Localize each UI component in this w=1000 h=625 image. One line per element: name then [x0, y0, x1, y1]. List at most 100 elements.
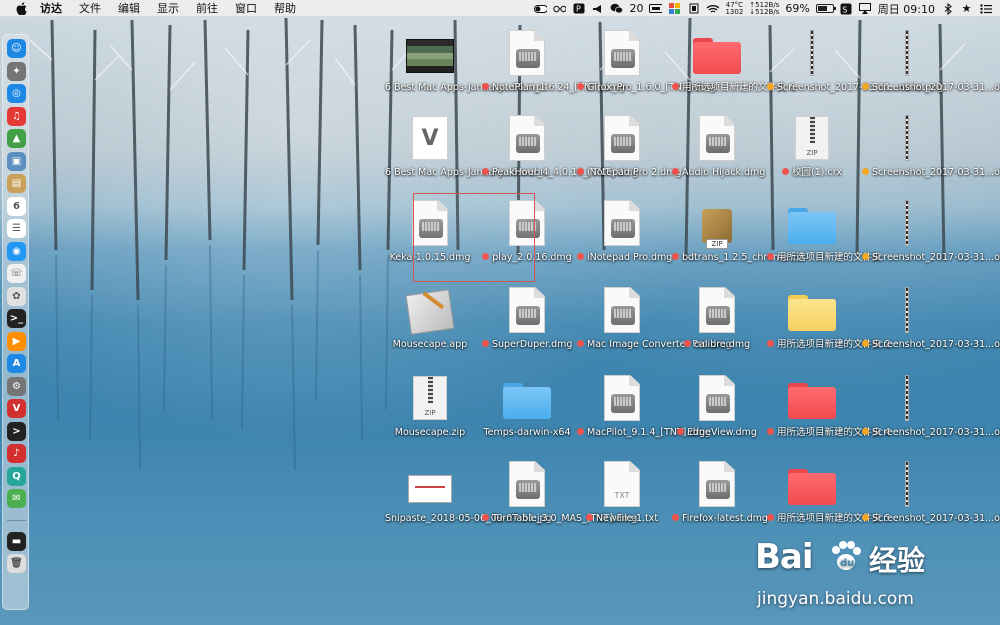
desktop-item-label: calibre.dmg: [672, 339, 762, 351]
menu-view[interactable]: 显示: [157, 0, 179, 16]
screenshot-file-icon: [882, 460, 932, 508]
desktop-item[interactable]: iNotepad Pro.dmg: [577, 197, 672, 284]
desktop-item[interactable]: iNotepad Pro 2.dmg: [577, 112, 682, 199]
dock-safari-icon[interactable]: ◎: [7, 84, 26, 103]
dock-preview-icon[interactable]: ▣: [7, 151, 26, 171]
desktop-item[interactable]: NotePlan_1.6.24_[TNT].dmg: [482, 27, 625, 114]
desktop-item-label: Screenshot_2017-03-31...obile.png: [862, 339, 1000, 351]
desktop-item[interactable]: ZIP 校园(1).crx: [767, 112, 857, 199]
desktop-item[interactable]: calibre.dmg: [672, 284, 762, 371]
desktop-item[interactable]: Audio Hijack.dmg: [672, 112, 765, 199]
desktop-item-name: NewFile-1.txt: [595, 513, 659, 524]
dock-photos-icon[interactable]: ✿: [7, 286, 26, 306]
dock-system-prefs-icon[interactable]: ⚙: [7, 376, 26, 396]
desktop-item[interactable]: TXT NewFile-1.txt: [577, 458, 667, 545]
desktop-item[interactable]: 6 Best Mac Apps-January...06.mp4: [385, 27, 548, 114]
dock-terminal-icon[interactable]: >_: [7, 309, 26, 328]
megaphone-icon[interactable]: [591, 3, 604, 15]
desktop-item[interactable]: Screenshot_2017-03-31...obile.png: [862, 112, 1000, 199]
notification-center-icon[interactable]: [979, 3, 992, 15]
wechat-icon[interactable]: [610, 3, 624, 15]
star-icon[interactable]: ★: [960, 3, 973, 15]
dock-vivaldi-icon[interactable]: V: [7, 399, 26, 418]
desktop-item[interactable]: PeakHour_4_4.0.10_[TNT].dmg: [482, 112, 638, 199]
crx-file-icon: ZIP: [692, 199, 742, 249]
dock-launchpad-icon[interactable]: ✦: [7, 61, 26, 81]
desktop-item[interactable]: Mac Image Converter Pro.dmg: [577, 284, 732, 371]
bluetooth-icon[interactable]: [941, 2, 954, 15]
selection-highlight: [413, 193, 535, 282]
dock-wechat-icon[interactable]: ✉: [7, 489, 26, 508]
dmg-file-icon: [692, 114, 742, 162]
desktop-item[interactable]: Mousecape.app: [385, 284, 475, 371]
menu-window[interactable]: 窗口: [235, 0, 257, 16]
menu-edit[interactable]: 编辑: [118, 0, 140, 16]
dock-app-store-icon[interactable]: A: [7, 354, 26, 373]
battery-icon[interactable]: [815, 4, 836, 13]
desktop-item-label: 用所选项目新建的文件夹: [767, 252, 882, 264]
menubar-clock[interactable]: 周日 09:10: [878, 1, 935, 17]
desktop-item[interactable]: TurnTable_3.0_MAS_[TNT].dmg: [482, 458, 637, 545]
desktop-item-label: 6 Best Mac Apps-January...6.webm: [385, 167, 550, 179]
dmg-file-icon: [597, 374, 647, 422]
cpu-icon[interactable]: [687, 3, 700, 15]
desktop-item[interactable]: V 6 Best Mac Apps-January...6.webm: [385, 112, 550, 199]
desktop-item[interactable]: Screenshot_2017-03-31...obile.png: [862, 372, 1000, 459]
dock-contacts-icon[interactable]: ☏: [7, 264, 26, 283]
desktop-item[interactable]: Temps-darwin-x64: [482, 372, 572, 459]
desktop-item[interactable]: Screenshot_2017-03-31...obile.png: [862, 197, 1000, 284]
menu-help[interactable]: 帮助: [274, 0, 296, 16]
zip-file-icon: ZIP: [787, 114, 837, 162]
desktop-item[interactable]: EdgeView.dmg: [672, 372, 762, 459]
desktop-item[interactable]: Screenshot_2017-03-31...obile.png: [862, 284, 1000, 371]
menu-go[interactable]: 前往: [196, 0, 218, 16]
dock-separator: [7, 519, 26, 521]
desktop-item[interactable]: ZIP bdtrans_1.2.5_chrome.crx: [672, 197, 806, 284]
network-speed-readout[interactable]: ↑512B/s ↓512B/s: [749, 1, 779, 16]
toggle-icon[interactable]: [534, 3, 548, 15]
dock-spotlight-icon[interactable]: ◉: [7, 241, 26, 261]
red-tag-dot: [767, 428, 774, 435]
desktop-item[interactable]: SuperDuper.dmg: [482, 284, 572, 371]
dock-vlc-icon[interactable]: ▶: [7, 331, 26, 351]
dock-android-studio-icon[interactable]: ▲: [7, 129, 26, 148]
desktop-item[interactable]: Screenshot_2017-03-31...obile.png: [767, 27, 943, 114]
screenshot-file-icon: [882, 286, 932, 334]
red-tag-dot: [672, 168, 679, 175]
desktop-item[interactable]: 用所选项目新建的文件夹 6: [672, 27, 796, 114]
dock-netease-music-icon[interactable]: ♫: [7, 106, 26, 126]
colorful-grid-icon[interactable]: [668, 3, 681, 15]
menu-app-name[interactable]: 访达: [40, 0, 62, 16]
desktop-item[interactable]: 用所选项目新建的文件夹: [767, 197, 882, 284]
desktop-item-label: SuperDuper.dmg: [482, 339, 572, 351]
dock-music-icon[interactable]: ♪: [7, 444, 26, 463]
desktop-item[interactable]: ZIP Mousecape.zip: [385, 372, 475, 459]
input-method-icon[interactable]: S: [840, 3, 853, 15]
desktop-item[interactable]: 用所选项目新建的文件夹 2: [767, 284, 891, 371]
dmg-file-icon: [692, 286, 742, 334]
dock-calendar-icon[interactable]: 6: [7, 196, 26, 216]
desktop-item[interactable]: Screenshot_2017-03-31...obile.png: [862, 27, 1000, 114]
desktop-item[interactable]: Snipaste_2018-05-06_09-07-51.jpg: [385, 458, 552, 545]
dock-reminders-icon[interactable]: ☰: [7, 219, 26, 238]
dock-iterm-icon[interactable]: >: [7, 421, 26, 441]
dock-finder-icon[interactable]: ☺: [7, 39, 26, 58]
glasses-icon[interactable]: [553, 3, 567, 15]
dock-notes-icon[interactable]: ▤: [7, 174, 26, 193]
dmg-file-icon: [692, 374, 742, 422]
text-expander-icon[interactable]: P: [572, 3, 585, 15]
paw-icon: du: [832, 541, 861, 570]
apple-menu-icon[interactable]: [14, 1, 28, 15]
temp-fan-readout[interactable]: 47°C 1302: [725, 1, 743, 16]
desktop-item[interactable]: MacPilot_9.1.4_[TNT].dmg: [577, 372, 711, 459]
dock-qq-icon[interactable]: Q: [7, 466, 26, 486]
desktop-item[interactable]: 用所选项目新建的文件夹 4: [767, 372, 891, 459]
desktop-item[interactable]: Girox_Pro_1.6.0_[TNT].dmg: [577, 27, 716, 114]
dock-trash-icon[interactable]: 🗑: [7, 554, 26, 573]
dock-terminal-2-icon[interactable]: ▬: [7, 531, 26, 551]
red-folder-icon: [787, 460, 837, 508]
menu-file[interactable]: 文件: [79, 0, 101, 16]
airplay-icon[interactable]: [859, 3, 872, 15]
wifi-icon[interactable]: [706, 3, 720, 15]
display-icon[interactable]: [649, 3, 663, 15]
